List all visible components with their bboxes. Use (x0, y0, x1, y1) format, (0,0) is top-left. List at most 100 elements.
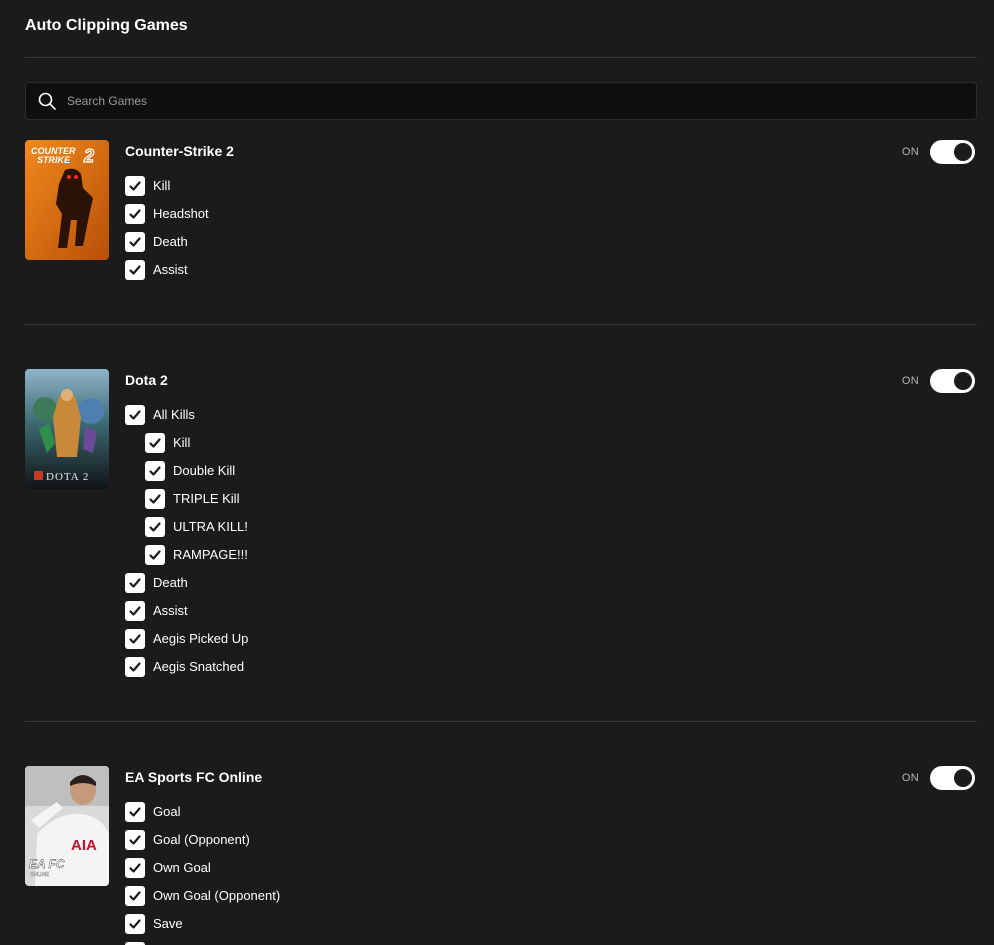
auto-clipping-page: Auto Clipping Games COUNTER (0, 0, 994, 945)
checkmark-icon (149, 494, 161, 504)
event-item-aegis-snatched[interactable]: Aegis Snatched (125, 657, 248, 677)
event-item-goal[interactable]: Goal (125, 802, 280, 822)
event-item-aegis-picked-up[interactable]: Aegis Picked Up (125, 629, 248, 649)
checkbox[interactable] (125, 830, 145, 850)
event-item-ultra-kill[interactable]: ULTRA KILL! (145, 517, 248, 537)
game-cover-image: DOTA 2 (25, 369, 109, 489)
event-label: Death (153, 234, 188, 249)
search-icon (38, 92, 56, 110)
event-label: Headshot (153, 206, 209, 221)
checkbox[interactable] (145, 433, 165, 453)
event-item-kill[interactable]: Kill (125, 176, 209, 196)
event-item-rampage[interactable]: RAMPAGE!!! (145, 545, 248, 565)
checkmark-icon (129, 265, 141, 275)
search-bar[interactable] (25, 82, 977, 120)
checkbox[interactable] (145, 517, 165, 537)
checkbox[interactable] (145, 545, 165, 565)
checkbox[interactable] (125, 657, 145, 677)
cover-text-online: ONLINE (30, 872, 50, 878)
checkmark-icon (129, 891, 141, 901)
event-label: ULTRA KILL! (173, 519, 248, 534)
checkbox[interactable] (125, 176, 145, 196)
checkbox[interactable] (125, 260, 145, 280)
cover-text: DOTA 2 (46, 471, 89, 483)
checkbox[interactable] (125, 886, 145, 906)
event-label: Goal (153, 804, 181, 819)
event-label: Save (153, 916, 183, 931)
checkmark-icon (129, 578, 141, 588)
event-item-headshot[interactable]: Headshot (125, 204, 209, 224)
checkbox[interactable] (125, 802, 145, 822)
toggle-switch[interactable] (930, 140, 975, 164)
event-label: Aegis Picked Up (153, 631, 249, 646)
event-label: Assist (153, 262, 188, 277)
event-label: All Kills (153, 407, 195, 422)
toggle-label: ON (901, 146, 919, 158)
header-divider (25, 57, 977, 58)
event-item-assist[interactable]: Assist (125, 601, 248, 621)
checkmark-icon (129, 634, 141, 644)
event-list: Kill Headshot Death Assist (125, 176, 209, 288)
cover-text-sponsor: AIA (71, 837, 97, 854)
toggle-switch[interactable] (930, 766, 975, 790)
cover-text-line-3: 2 (83, 146, 94, 166)
checkbox[interactable] (125, 601, 145, 621)
event-label: Goal (Opponent) (153, 832, 250, 847)
toggle-knob (954, 372, 972, 390)
event-item-double-kill[interactable]: Double Kill (145, 461, 248, 481)
game-toggle-counter-strike-2[interactable]: ON (902, 140, 975, 164)
checkbox[interactable] (125, 914, 145, 934)
checkbox[interactable] (145, 489, 165, 509)
checkmark-icon (129, 662, 141, 672)
event-item-triple-kill[interactable]: TRIPLE Kill (145, 489, 248, 509)
toggle-switch[interactable] (930, 369, 975, 393)
checkmark-icon (129, 807, 141, 817)
toggle-knob (954, 769, 972, 787)
toggle-label: ON (901, 772, 919, 784)
event-label: RAMPAGE!!! (173, 547, 248, 562)
event-item-death[interactable]: Death (125, 573, 248, 593)
checkbox[interactable] (125, 204, 145, 224)
checkmark-icon (129, 919, 141, 929)
event-list: Goal Goal (Opponent) Own Goal Own Goal (… (125, 802, 280, 945)
event-item-own-goal[interactable]: Own Goal (125, 858, 280, 878)
event-label: Kill (173, 435, 191, 450)
event-item-death[interactable]: Death (125, 232, 209, 252)
checkmark-icon (149, 466, 161, 476)
game-toggle-ea-sports-fc-online[interactable]: ON (902, 766, 975, 790)
game-name: EA Sports FC Online (125, 769, 263, 785)
event-item-own-goal-opponent[interactable]: Own Goal (Opponent) (125, 886, 280, 906)
event-item-assist[interactable]: Assist (125, 260, 209, 280)
event-label: Death (153, 575, 188, 590)
checkmark-icon (129, 209, 141, 219)
event-item-kill[interactable]: Kill (145, 433, 248, 453)
checkbox[interactable] (125, 629, 145, 649)
checkmark-icon (129, 181, 141, 191)
game-cover-image: AIA EA FC ONLINE (25, 766, 109, 886)
section-divider (25, 721, 977, 722)
search-input[interactable] (67, 83, 976, 119)
checkbox[interactable] (125, 405, 145, 425)
event-item-goal-opponent[interactable]: Goal (Opponent) (125, 830, 280, 850)
checkmark-icon (129, 835, 141, 845)
checkbox[interactable] (125, 573, 145, 593)
toggle-label: ON (901, 375, 919, 387)
game-cover-image: COUNTER STRIKE 2 (25, 140, 109, 260)
game-name: Counter-Strike 2 (125, 143, 234, 159)
checkbox[interactable] (125, 232, 145, 252)
event-list: All Kills Kill Double Kill TRIPLE Kill U… (125, 405, 248, 685)
page-title: Auto Clipping Games (25, 17, 188, 34)
checkmark-icon (129, 606, 141, 616)
checkbox[interactable] (125, 858, 145, 878)
cover-text-line-2: STRIKE (37, 155, 71, 165)
event-item-all-kills[interactable]: All Kills (125, 405, 248, 425)
event-label: Own Goal (Opponent) (153, 888, 281, 903)
event-label: Assist (153, 603, 188, 618)
event-label: Own Goal (153, 860, 211, 875)
checkbox[interactable] (145, 461, 165, 481)
game-toggle-dota-2[interactable]: ON (902, 369, 975, 393)
event-item-save[interactable]: Save (125, 914, 280, 934)
event-label: Double Kill (173, 463, 236, 478)
checkmark-icon (129, 237, 141, 247)
event-label: Kill (153, 178, 171, 193)
